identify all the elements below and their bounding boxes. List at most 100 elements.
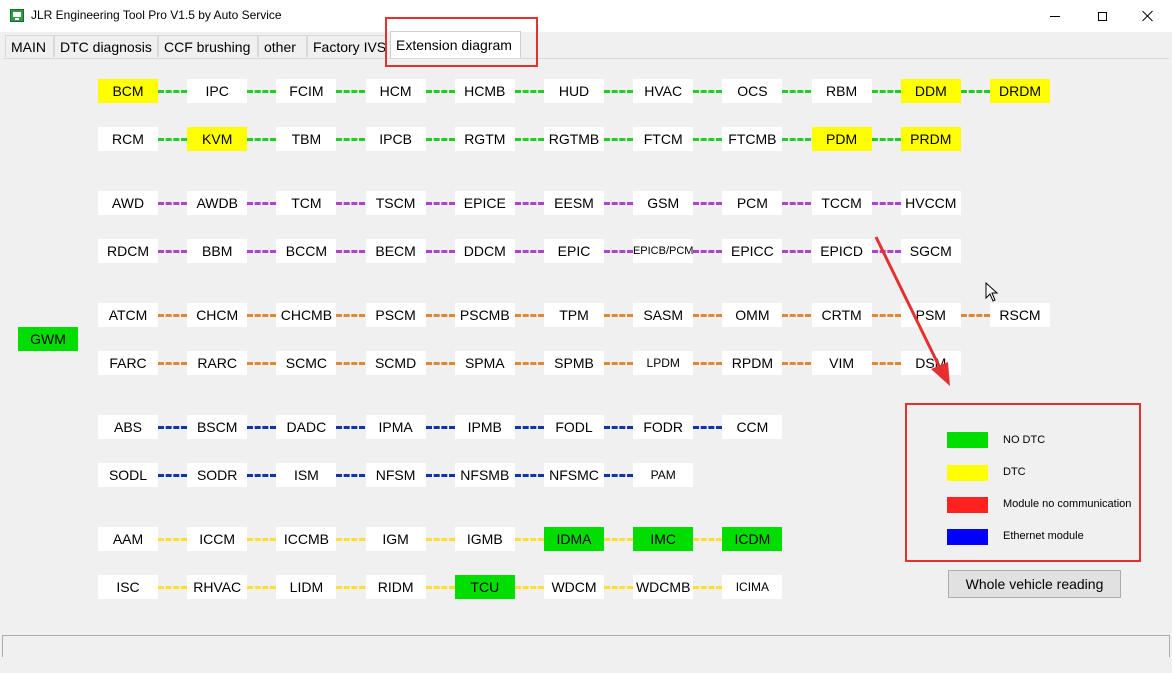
module-lpdm[interactable]: LPDM — [633, 351, 694, 375]
tab-dtc-diagnosis[interactable]: DTC diagnosis — [54, 35, 158, 57]
module-wdcmb[interactable]: WDCMB — [633, 575, 694, 599]
module-sasm[interactable]: SASM — [633, 303, 694, 327]
module-ftcmb[interactable]: FTCMB — [722, 127, 783, 151]
module-ridm[interactable]: RIDM — [365, 575, 426, 599]
module-spma[interactable]: SPMA — [454, 351, 515, 375]
module-ism[interactable]: ISM — [276, 463, 337, 487]
module-pscm[interactable]: PSCM — [365, 303, 426, 327]
module-imc[interactable]: IMC — [633, 527, 694, 551]
module-drdm[interactable]: DRDM — [990, 79, 1050, 103]
module-becm[interactable]: BECM — [365, 239, 426, 263]
module-epice[interactable]: EPICE — [454, 191, 515, 215]
module-hcm[interactable]: HCM — [365, 79, 426, 103]
module-tscm[interactable]: TSCM — [365, 191, 426, 215]
module-sgcm[interactable]: SGCM — [900, 239, 961, 263]
module-idma[interactable]: IDMA — [544, 527, 604, 551]
module-atcm[interactable]: ATCM — [98, 303, 158, 327]
module-prdm[interactable]: PRDM — [900, 127, 961, 151]
module-rhvac[interactable]: RHVAC — [187, 575, 248, 599]
module-rbm[interactable]: RBM — [811, 79, 872, 103]
module-rcm[interactable]: RCM — [98, 127, 158, 151]
module-nfsmb[interactable]: NFSMB — [454, 463, 515, 487]
module-pscmb[interactable]: PSCMB — [454, 303, 515, 327]
tab-ccf-brushing[interactable]: CCF brushing — [158, 35, 258, 57]
module-gwm[interactable]: GWM — [18, 327, 78, 351]
module-hvac[interactable]: HVAC — [633, 79, 694, 103]
module-hcmb[interactable]: HCMB — [454, 79, 515, 103]
tab-main[interactable]: MAIN — [5, 35, 54, 57]
module-psm[interactable]: PSM — [900, 303, 961, 327]
module-chcmb[interactable]: CHCMB — [276, 303, 337, 327]
module-rgtm[interactable]: RGTM — [454, 127, 515, 151]
module-vim[interactable]: VIM — [811, 351, 872, 375]
module-icima[interactable]: ICIMA — [722, 575, 783, 599]
maximize-button[interactable] — [1079, 0, 1125, 32]
module-pcm[interactable]: PCM — [722, 191, 783, 215]
module-epicb-pcm[interactable]: EPICB/PCM — [633, 239, 694, 263]
module-gsm[interactable]: GSM — [633, 191, 694, 215]
module-nfsmc[interactable]: NFSMC — [544, 463, 604, 487]
module-iccm[interactable]: ICCM — [187, 527, 248, 551]
module-fodr[interactable]: FODR — [633, 415, 694, 439]
module-rscm[interactable]: RSCM — [990, 303, 1050, 327]
module-wdcm[interactable]: WDCM — [544, 575, 604, 599]
module-ipma[interactable]: IPMA — [365, 415, 426, 439]
module-farc[interactable]: FARC — [98, 351, 158, 375]
module-tbm[interactable]: TBM — [276, 127, 337, 151]
module-nfsm[interactable]: NFSM — [365, 463, 426, 487]
module-awdb[interactable]: AWDB — [187, 191, 248, 215]
module-spmb[interactable]: SPMB — [544, 351, 604, 375]
module-rdcm[interactable]: RDCM — [98, 239, 158, 263]
module-rgtmb[interactable]: RGTMB — [544, 127, 604, 151]
module-kvm[interactable]: KVM — [187, 127, 248, 151]
module-icdm[interactable]: ICDM — [722, 527, 783, 551]
module-epicd[interactable]: EPICD — [811, 239, 872, 263]
module-dadc[interactable]: DADC — [276, 415, 337, 439]
module-fcim[interactable]: FCIM — [276, 79, 337, 103]
module-aam[interactable]: AAM — [98, 527, 158, 551]
module-rpdm[interactable]: RPDM — [722, 351, 783, 375]
minimize-button[interactable] — [1032, 0, 1078, 32]
module-igm[interactable]: IGM — [365, 527, 426, 551]
module-epicc[interactable]: EPICC — [722, 239, 783, 263]
module-dsm[interactable]: DSM — [900, 351, 961, 375]
module-scmc[interactable]: SCMC — [276, 351, 337, 375]
module-pdm[interactable]: PDM — [811, 127, 872, 151]
module-tcm[interactable]: TCM — [276, 191, 337, 215]
module-tpm[interactable]: TPM — [544, 303, 604, 327]
whole-vehicle-reading-button[interactable]: Whole vehicle reading — [948, 570, 1121, 598]
module-sodl[interactable]: SODL — [98, 463, 158, 487]
module-ipcb[interactable]: IPCB — [365, 127, 426, 151]
module-abs[interactable]: ABS — [98, 415, 158, 439]
module-chcm[interactable]: CHCM — [187, 303, 248, 327]
close-button[interactable] — [1125, 0, 1171, 32]
module-eesm[interactable]: EESM — [544, 191, 604, 215]
module-crtm[interactable]: CRTM — [811, 303, 872, 327]
module-sodr[interactable]: SODR — [187, 463, 248, 487]
tab-other[interactable]: other — [258, 35, 307, 57]
module-ipc[interactable]: IPC — [187, 79, 248, 103]
module-bccm[interactable]: BCCM — [276, 239, 337, 263]
module-hvccm[interactable]: HVCCM — [900, 191, 961, 215]
module-ftcm[interactable]: FTCM — [633, 127, 694, 151]
module-tcu[interactable]: TCU — [454, 575, 515, 599]
module-tccm[interactable]: TCCM — [811, 191, 872, 215]
module-omm[interactable]: OMM — [722, 303, 783, 327]
module-bscm[interactable]: BSCM — [187, 415, 248, 439]
tab-extension-diagram[interactable]: Extension diagram — [390, 31, 521, 58]
module-iccmb[interactable]: ICCMB — [276, 527, 337, 551]
module-lidm[interactable]: LIDM — [276, 575, 337, 599]
module-ocs[interactable]: OCS — [722, 79, 783, 103]
module-ddm[interactable]: DDM — [900, 79, 961, 103]
module-awd[interactable]: AWD — [98, 191, 158, 215]
module-igmb[interactable]: IGMB — [454, 527, 515, 551]
module-ipmb[interactable]: IPMB — [454, 415, 515, 439]
module-ccm[interactable]: CCM — [722, 415, 783, 439]
module-scmd[interactable]: SCMD — [365, 351, 426, 375]
module-epic[interactable]: EPIC — [544, 239, 604, 263]
module-ddcm[interactable]: DDCM — [454, 239, 515, 263]
module-fodl[interactable]: FODL — [544, 415, 604, 439]
module-rarc[interactable]: RARC — [187, 351, 248, 375]
module-hud[interactable]: HUD — [544, 79, 604, 103]
tab-factory-ivs[interactable]: Factory IVS — [307, 35, 387, 57]
